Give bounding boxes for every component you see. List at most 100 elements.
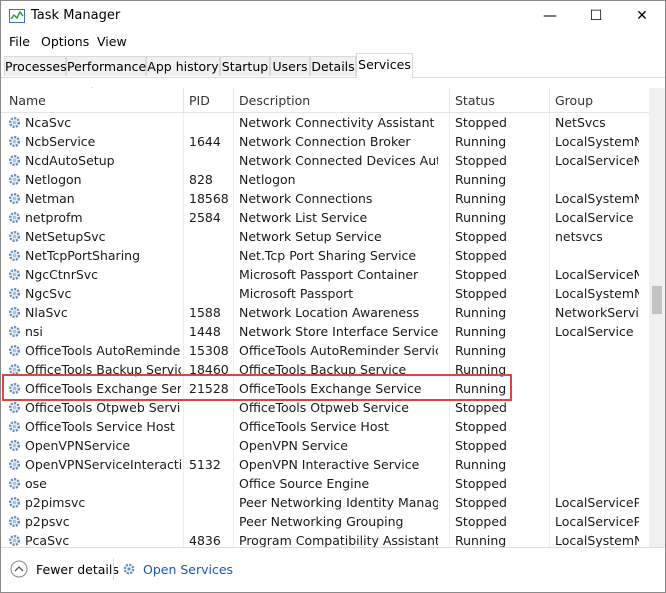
service-row[interactable]: NcdAutoSetup Network Connected Devices Au… bbox=[1, 151, 649, 170]
gear-icon bbox=[8, 534, 21, 547]
gear-icon bbox=[8, 401, 21, 414]
service-group: LocalSystemN... bbox=[555, 286, 639, 301]
tab-app-history[interactable]: App history bbox=[146, 56, 220, 76]
service-status: Stopped bbox=[455, 495, 507, 510]
service-row[interactable]: ose Office Source Engine Stopped bbox=[1, 474, 649, 493]
gear-icon bbox=[8, 420, 21, 433]
service-pid bbox=[189, 151, 229, 170]
service-row[interactable]: PcaSvc 4836 Program Compatibility Assistan… bbox=[1, 531, 649, 547]
gear-icon bbox=[8, 458, 21, 471]
service-name: Netlogon bbox=[25, 172, 82, 187]
services-gear-icon[interactable] bbox=[121, 561, 137, 577]
service-description: Network List Service bbox=[239, 210, 368, 225]
tab-details[interactable]: Details bbox=[310, 56, 356, 76]
service-name: PcaSvc bbox=[25, 533, 70, 547]
service-name: netprofm bbox=[25, 210, 83, 225]
service-group bbox=[555, 379, 639, 398]
menu-options[interactable]: Options bbox=[41, 34, 89, 49]
service-description: Net.Tcp Port Sharing Service bbox=[239, 248, 417, 263]
service-row[interactable]: NgcSvc Microsoft Passport Stopped LocalSyst… bbox=[1, 284, 649, 303]
service-row[interactable]: OpenVPNServiceInteractive 5132 OpenVPN Int… bbox=[1, 455, 649, 474]
service-pid bbox=[189, 284, 229, 303]
service-row[interactable]: Netlogon 828 Netlogon Running bbox=[1, 170, 649, 189]
service-group: LocalServiceN... bbox=[555, 153, 639, 168]
tab-startup[interactable]: Startup bbox=[220, 56, 270, 76]
gear-icon bbox=[8, 154, 21, 167]
service-group bbox=[555, 341, 639, 360]
service-description: OpenVPN Service bbox=[239, 438, 348, 453]
service-pid bbox=[189, 246, 229, 265]
service-description: Network Connected Devices Auto-S... bbox=[239, 153, 438, 168]
service-group: LocalSystemN... bbox=[555, 134, 639, 149]
service-pid: 18568 bbox=[189, 191, 229, 206]
service-row[interactable]: NetTcpPortSharing Net.Tcp Port Sharing Se… bbox=[1, 246, 649, 265]
menu-file[interactable]: File bbox=[9, 34, 30, 49]
service-group bbox=[555, 436, 639, 455]
service-pid: 1644 bbox=[189, 134, 221, 149]
column-status[interactable]: Status bbox=[449, 88, 549, 112]
gear-icon bbox=[8, 477, 21, 490]
service-row[interactable]: p2psvc Peer Networking Grouping Stopped Loc… bbox=[1, 512, 649, 531]
service-status: Running bbox=[455, 305, 507, 320]
tab-users[interactable]: Users bbox=[270, 56, 310, 76]
service-group: LocalServiceN... bbox=[555, 267, 639, 282]
gear-icon bbox=[8, 192, 21, 205]
service-row[interactable]: OfficeTools Service Host OfficeTools Serv… bbox=[1, 417, 649, 436]
gear-icon bbox=[8, 211, 21, 224]
tab-strip: Processes Performance App history Startu… bbox=[1, 53, 665, 78]
service-pid: 15308 bbox=[189, 343, 229, 358]
service-pid bbox=[189, 227, 229, 246]
service-group: LocalService bbox=[555, 324, 634, 339]
close-button[interactable]: ✕ bbox=[619, 1, 665, 31]
service-name: ose bbox=[25, 476, 47, 491]
service-group bbox=[555, 360, 639, 379]
service-row[interactable]: p2pimsvc Peer Networking Identity Manager… bbox=[1, 493, 649, 512]
service-row[interactable]: NcaSvc Network Connectivity Assistant Stop… bbox=[1, 113, 649, 132]
service-group bbox=[555, 474, 639, 493]
fewer-details-button[interactable]: Fewer details bbox=[36, 562, 119, 577]
service-row[interactable]: NlaSvc 1588 Network Location Awareness Runn… bbox=[1, 303, 649, 322]
gear-icon bbox=[8, 496, 21, 509]
service-group bbox=[555, 398, 639, 417]
service-description: Network Setup Service bbox=[239, 229, 382, 244]
service-row[interactable]: Netman 18568 Network Connections Running Loc… bbox=[1, 189, 649, 208]
tab-processes[interactable]: Processes bbox=[4, 56, 67, 76]
chevron-up-circle-icon[interactable] bbox=[10, 560, 28, 578]
minimize-button[interactable]: — bbox=[527, 1, 573, 31]
menu-view[interactable]: View bbox=[97, 34, 127, 49]
service-row[interactable]: netprofm 2584 Network List Service Running L… bbox=[1, 208, 649, 227]
tab-services[interactable]: Services bbox=[356, 53, 413, 78]
title-bar[interactable]: Task Manager — ☐ ✕ bbox=[1, 1, 665, 31]
service-row[interactable]: nsi 1448 Network Store Interface Service Ru… bbox=[1, 322, 649, 341]
open-services-link[interactable]: Open Services bbox=[143, 562, 233, 577]
gear-icon bbox=[8, 306, 21, 319]
service-pid bbox=[189, 493, 229, 512]
gear-icon bbox=[8, 135, 21, 148]
highlight-box bbox=[2, 374, 512, 401]
column-name[interactable]: Name bbox=[3, 88, 183, 112]
service-row[interactable]: NetSetupSvc Network Setup Service Stopped n… bbox=[1, 227, 649, 246]
service-row[interactable]: NgcCtnrSvc Microsoft Passport Container St… bbox=[1, 265, 649, 284]
service-row[interactable]: OfficeTools AutoReminder ... 15308 OfficeT… bbox=[1, 341, 649, 360]
service-group: LocalService bbox=[555, 210, 634, 225]
column-pid[interactable]: PID bbox=[183, 88, 233, 112]
footer-bar: Fewer details Open Services bbox=[1, 547, 665, 592]
service-name: NcbService bbox=[25, 134, 96, 149]
maximize-button[interactable]: ☐ bbox=[573, 1, 619, 31]
service-description: Network Connection Broker bbox=[239, 134, 411, 149]
gear-icon bbox=[8, 249, 21, 262]
service-row[interactable]: NcbService 1644 Network Connection Broker R… bbox=[1, 132, 649, 151]
service-status: Stopped bbox=[455, 115, 507, 130]
service-description: Network Store Interface Service bbox=[239, 324, 438, 339]
services-list: NcaSvc Network Connectivity Assistant Stop… bbox=[1, 113, 649, 547]
gear-icon bbox=[8, 515, 21, 528]
column-description[interactable]: Description bbox=[233, 88, 449, 112]
scrollbar-thumb[interactable] bbox=[652, 286, 662, 314]
service-row[interactable]: OpenVPNService OpenVPN Service Stopped bbox=[1, 436, 649, 455]
tab-performance[interactable]: Performance bbox=[66, 56, 146, 76]
gear-icon bbox=[8, 173, 21, 186]
column-group[interactable]: Group bbox=[549, 88, 649, 112]
service-status: Running bbox=[455, 191, 507, 206]
vertical-scrollbar[interactable] bbox=[649, 88, 665, 547]
service-status: Stopped bbox=[455, 514, 507, 529]
